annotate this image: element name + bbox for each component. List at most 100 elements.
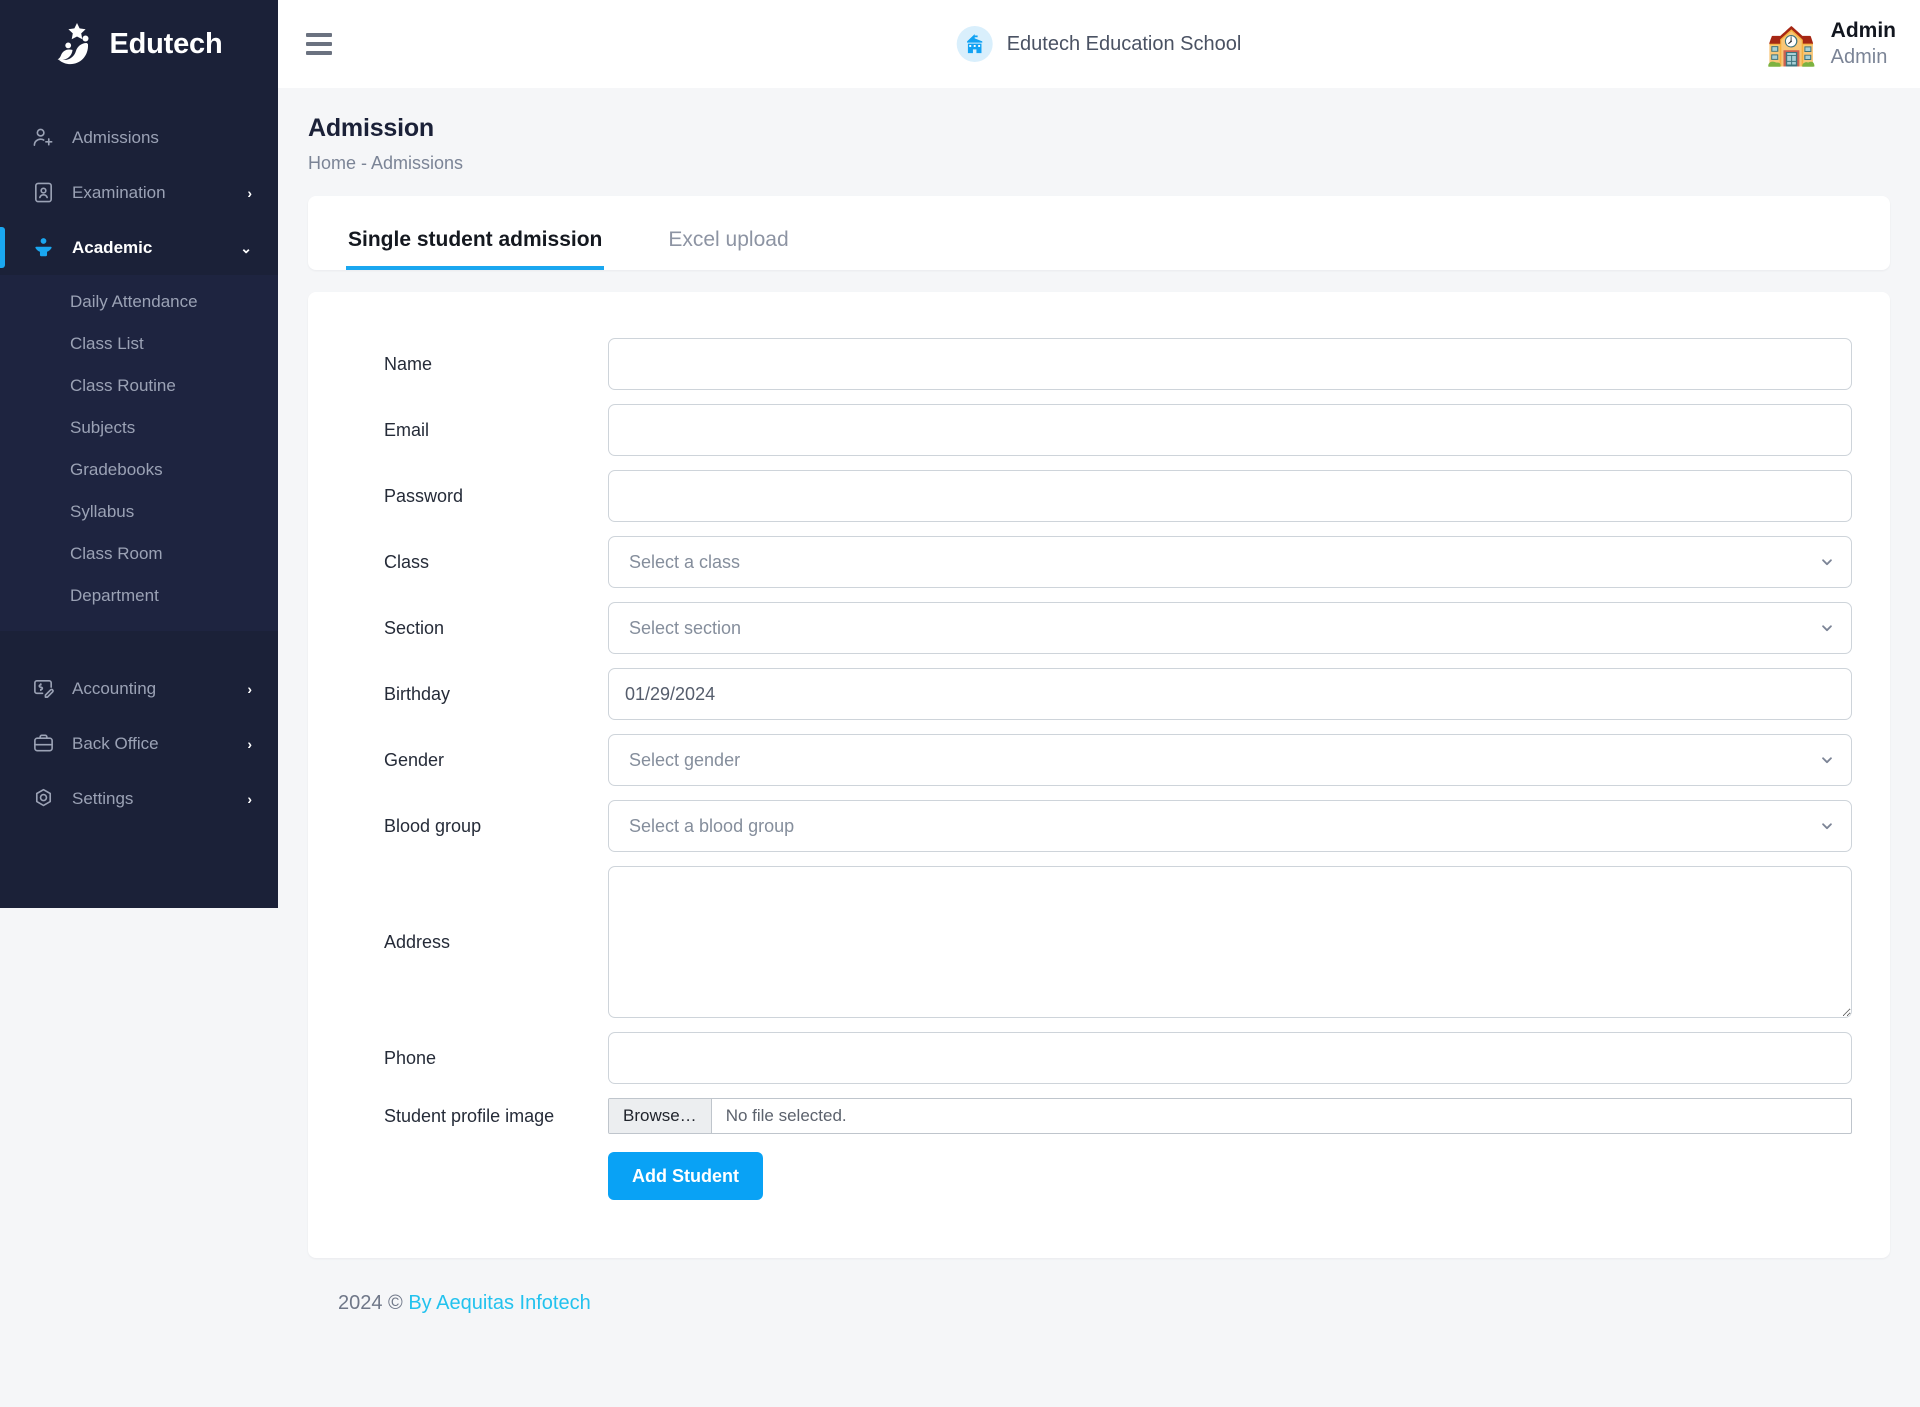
field-row-name: Name — [346, 338, 1852, 390]
school-building-icon — [957, 26, 993, 62]
main-area: Edutech Education School 🏫 Admin Admin A… — [278, 0, 1920, 1407]
page-header: Admission Home - Admissions — [278, 88, 1920, 174]
id-card-icon — [30, 180, 56, 206]
browse-button[interactable]: Browse… — [609, 1099, 712, 1133]
class-select[interactable]: Select a class — [608, 536, 1852, 588]
school-identity: Edutech Education School — [957, 26, 1242, 62]
label-profile-image: Student profile image — [346, 1106, 608, 1127]
gear-icon — [30, 786, 56, 812]
sidebar-item-academic[interactable]: Academic ⌄ — [0, 220, 278, 275]
avatar: 🏫 — [1766, 24, 1817, 65]
briefcase-icon — [30, 731, 56, 757]
hamburger-bar — [306, 42, 332, 46]
control-class: Select a class — [608, 536, 1852, 588]
control-section: Select section — [608, 602, 1852, 654]
sidebar-item-label: Accounting — [72, 679, 247, 699]
sidebar-item-label: Examination — [72, 183, 247, 203]
label-gender: Gender — [346, 750, 608, 771]
gender-select[interactable]: Select gender — [608, 734, 1852, 786]
control-gender: Select gender — [608, 734, 1852, 786]
sidebar-item-accounting[interactable]: Accounting › — [0, 661, 278, 716]
topbar: Edutech Education School 🏫 Admin Admin — [278, 0, 1920, 88]
hamburger-bar — [306, 51, 332, 55]
control-phone — [608, 1032, 1852, 1084]
sidebar-item-back-office[interactable]: Back Office › — [0, 716, 278, 771]
field-row-blood-group: Blood group Select a blood group — [346, 800, 1852, 852]
field-row-email: Email — [346, 404, 1852, 456]
user-menu[interactable]: 🏫 Admin Admin — [1766, 18, 1896, 69]
control-name — [608, 338, 1852, 390]
hamburger-icon[interactable] — [306, 33, 332, 55]
sidebar-item-label: Academic — [72, 238, 240, 258]
submenu-item-subjects[interactable]: Subjects — [0, 407, 278, 449]
submenu-item-department[interactable]: Department — [0, 575, 278, 617]
submenu-item-daily-attendance[interactable]: Daily Attendance — [0, 281, 278, 323]
add-student-button[interactable]: Add Student — [608, 1152, 763, 1200]
label-section: Section — [346, 618, 608, 639]
password-input[interactable] — [608, 470, 1852, 522]
chevron-right-icon: › — [247, 682, 252, 696]
control-address — [608, 866, 1852, 1018]
breadcrumb: Home - Admissions — [308, 153, 1890, 174]
submit-row: Add Student — [346, 1152, 1852, 1200]
sidebar-item-examination[interactable]: Examination › — [0, 165, 278, 220]
chevron-down-icon: ⌄ — [240, 241, 252, 255]
submit-control: Add Student — [608, 1152, 1852, 1200]
field-row-section: Section Select section — [346, 602, 1852, 654]
submenu-item-gradebooks[interactable]: Gradebooks — [0, 449, 278, 491]
file-input[interactable]: Browse… No file selected. — [608, 1098, 1852, 1134]
tab-excel-upload[interactable]: Excel upload — [666, 229, 790, 270]
label-name: Name — [346, 354, 608, 375]
control-password — [608, 470, 1852, 522]
nav-spacer — [0, 631, 278, 661]
user-name: Admin — [1831, 18, 1896, 44]
tab-single-student-admission[interactable]: Single student admission — [346, 229, 604, 270]
student-icon — [30, 235, 56, 261]
label-address: Address — [346, 932, 608, 953]
section-select[interactable]: Select section — [608, 602, 1852, 654]
sidebar-item-admissions[interactable]: Admissions — [0, 110, 278, 165]
submenu-item-class-list[interactable]: Class List — [0, 323, 278, 365]
email-input[interactable] — [608, 404, 1852, 456]
sidebar-nav: Admissions Examination › — [0, 88, 278, 826]
star-person-logo-icon — [56, 22, 96, 66]
field-row-phone: Phone — [346, 1032, 1852, 1084]
money-edit-icon — [30, 676, 56, 702]
user-info: Admin Admin — [1831, 18, 1896, 69]
user-role: Admin — [1831, 45, 1896, 70]
field-row-gender: Gender Select gender — [346, 734, 1852, 786]
academic-submenu: Daily Attendance Class List Class Routin… — [0, 275, 278, 631]
sidebar-item-label: Settings — [72, 789, 247, 809]
address-textarea[interactable] — [608, 866, 1852, 1018]
footer-link[interactable]: By Aequitas Infotech — [408, 1292, 590, 1314]
field-row-password: Password — [346, 470, 1852, 522]
sidebar-item-label: Admissions — [72, 128, 252, 148]
field-row-address: Address — [346, 866, 1852, 1018]
blood-group-select[interactable]: Select a blood group — [608, 800, 1852, 852]
brand-name: Edutech — [110, 28, 223, 61]
control-blood-group: Select a blood group — [608, 800, 1852, 852]
submenu-item-class-routine[interactable]: Class Routine — [0, 365, 278, 407]
birthday-input[interactable] — [608, 668, 1852, 720]
phone-input[interactable] — [608, 1032, 1852, 1084]
control-email — [608, 404, 1852, 456]
submenu-item-class-room[interactable]: Class Room — [0, 533, 278, 575]
control-birthday — [608, 668, 1852, 720]
user-plus-icon — [30, 125, 56, 151]
school-name: Edutech Education School — [1007, 33, 1242, 56]
brand[interactable]: Edutech — [0, 0, 278, 88]
footer: 2024 © By Aequitas Infotech — [308, 1258, 1890, 1315]
app-root: Edutech Admissions — [0, 0, 1920, 1407]
name-input[interactable] — [608, 338, 1852, 390]
admission-form: Name Email Password — [308, 292, 1890, 1258]
chevron-right-icon: › — [247, 737, 252, 751]
content-area: Single student admission Excel upload Na… — [278, 174, 1920, 1315]
field-row-profile-image: Student profile image Browse… No file se… — [346, 1098, 1852, 1134]
hamburger-bar — [306, 33, 332, 37]
label-birthday: Birthday — [346, 684, 608, 705]
label-blood-group: Blood group — [346, 816, 608, 837]
submenu-item-syllabus[interactable]: Syllabus — [0, 491, 278, 533]
field-row-class: Class Select a class — [346, 536, 1852, 588]
label-class: Class — [346, 552, 608, 573]
sidebar-item-settings[interactable]: Settings › — [0, 771, 278, 826]
